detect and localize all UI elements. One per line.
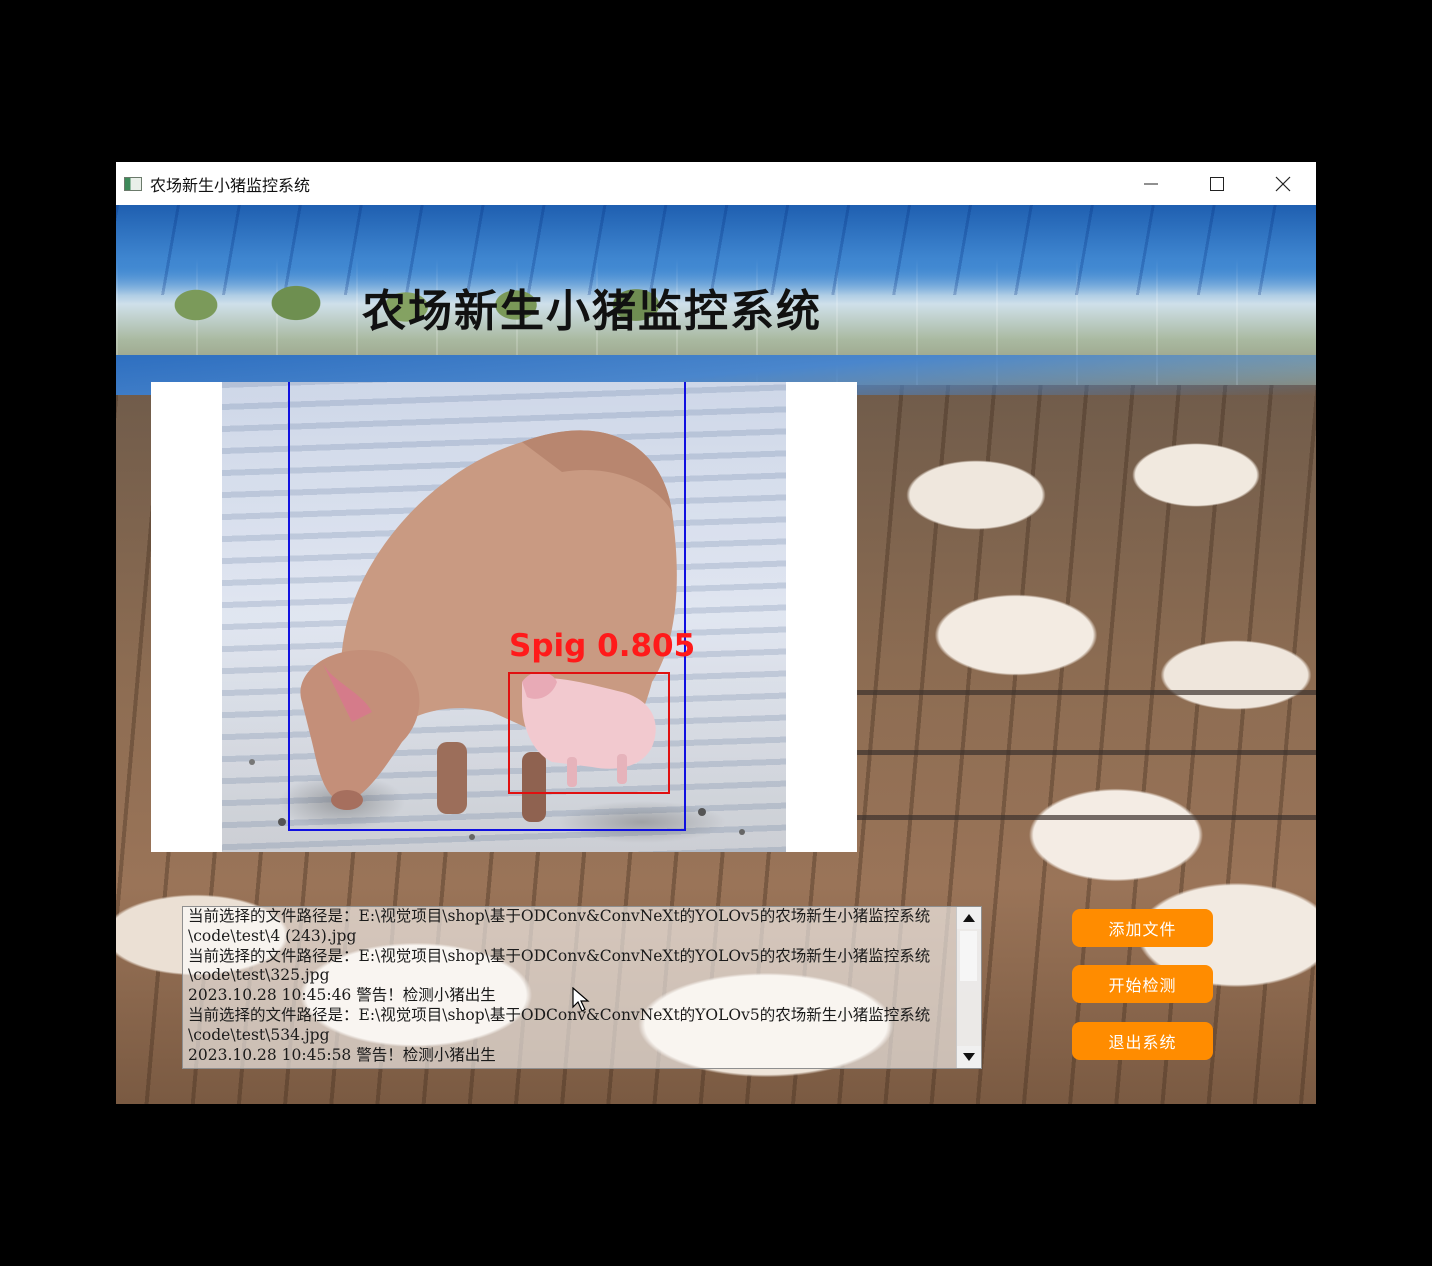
app-icon: [124, 176, 142, 191]
background-rail: [856, 690, 1316, 695]
start-detect-button[interactable]: 开始检测: [1072, 965, 1213, 1003]
detection-label: Spig 0.805: [509, 628, 696, 664]
background-rail: [856, 815, 1316, 820]
log-line: \code\test\325.jpg: [188, 966, 330, 985]
background-rail: [856, 750, 1316, 755]
app-window: 农场新生小猪监控系统 农场新生小猪监控系统 Spig 0.805 当前选择的文件…: [116, 162, 1316, 1104]
arrow-up-icon: [963, 914, 975, 922]
add-file-button[interactable]: 添加文件: [1072, 909, 1213, 947]
window-controls: [1118, 162, 1316, 205]
image-display-panel: Spig 0.805: [151, 382, 857, 852]
scroll-down-button[interactable]: [957, 1046, 981, 1068]
log-line: 当前选择的文件路径是：E:\视觉项目\shop\基于ODConv&ConvNeX…: [188, 946, 931, 965]
window-title: 农场新生小猪监控系统: [150, 175, 311, 195]
log-scrollbar[interactable]: [956, 907, 981, 1068]
title-bar: 农场新生小猪监控系统: [116, 162, 1316, 205]
arrow-down-icon: [963, 1053, 975, 1061]
mouse-cursor-icon: [572, 987, 590, 1012]
scroll-thumb[interactable]: [960, 931, 977, 981]
page-title: 农场新生小猪监控系统: [362, 286, 822, 337]
detection-box-piglet: [508, 672, 670, 794]
detection-image: Spig 0.805: [222, 382, 786, 852]
maximize-icon: [1210, 176, 1224, 191]
log-line: 当前选择的文件路径是：E:\视觉项目\shop\基于ODConv&ConvNeX…: [188, 907, 931, 925]
log-line: \code\test\4 (243).jpg: [188, 926, 357, 945]
exit-system-button[interactable]: 退出系统: [1072, 1022, 1213, 1060]
log-line: 2023.10.28 10:45:58 警告！检测小猪出生: [188, 1045, 496, 1064]
maximize-button[interactable]: [1184, 162, 1250, 205]
scroll-up-button[interactable]: [957, 907, 981, 929]
log-line: \code\test\534.jpg: [188, 1025, 330, 1044]
main-area: 农场新生小猪监控系统 Spig 0.805 当前选择的文件路径是：E:\视觉项目…: [116, 205, 1316, 1104]
close-button[interactable]: [1250, 162, 1316, 205]
minimize-icon: [1144, 183, 1158, 184]
minimize-button[interactable]: [1118, 162, 1184, 205]
close-icon: [1275, 176, 1291, 191]
